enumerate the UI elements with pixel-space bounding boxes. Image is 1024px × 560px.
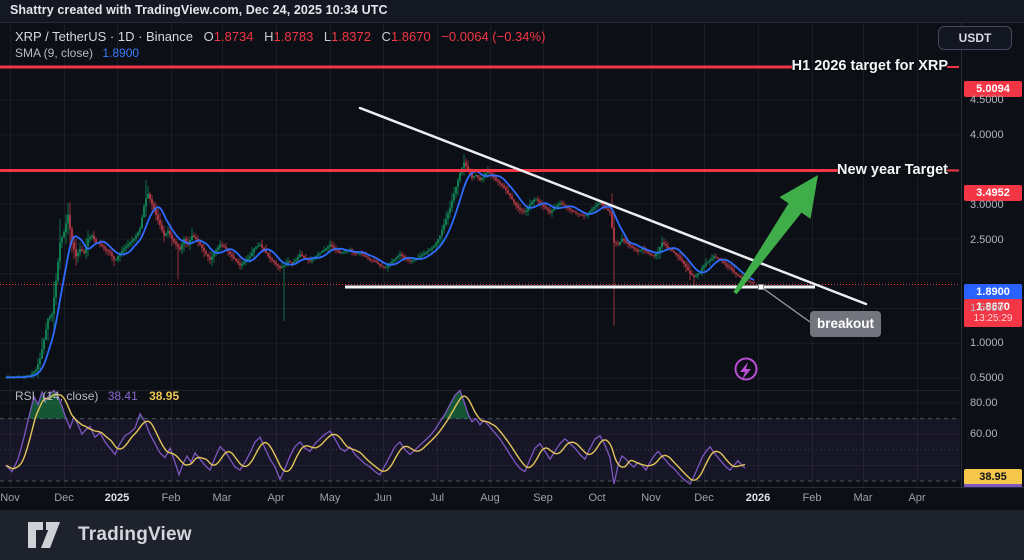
price-axis-tick: 4.5000 [970, 93, 1004, 107]
time-axis-tick: Jul [415, 492, 459, 504]
attribution-text: Shattry created with TradingView.com, De… [10, 3, 388, 17]
time-axis-tick: 2026 [736, 492, 780, 504]
price-axis-tick: 2.5000 [970, 233, 1004, 247]
high-prefix: H [264, 29, 273, 44]
sma-value: 1.8900 [102, 46, 139, 60]
rsi-ma-value: 38.95 [149, 389, 179, 403]
breakout-callout[interactable]: breakout [810, 311, 881, 337]
time-axis-tick: Apr [895, 492, 939, 504]
time-axis-tick: Apr [254, 492, 298, 504]
price-axis-tick: 4.0000 [970, 128, 1004, 142]
close-prefix: C [382, 29, 391, 44]
price-axis-tick: 1.0000 [970, 336, 1004, 350]
rsi-ma-axis-label: 38.95 [964, 469, 1022, 485]
time-axis-tick: Sep [521, 492, 565, 504]
symbol-title: XRP / TetherUS · 1D · Binance [15, 29, 193, 44]
change-value: −0.0064 (−0.34%) [441, 29, 545, 44]
rsi-legend: RSI (14, close) 38.41 38.95 [15, 389, 179, 403]
price-axis-tick: 3.0000 [970, 198, 1004, 212]
tradingview-chart-window: Shattry created with TradingView.com, De… [0, 0, 1024, 560]
tradingview-logo[interactable]: TradingView [28, 522, 192, 548]
time-axis-tick: Oct [575, 492, 619, 504]
attribution-bar: Shattry created with TradingView.com, De… [0, 0, 1024, 23]
time-axis-tick: Mar [200, 492, 244, 504]
open-value: 1.8734 [214, 29, 254, 44]
chart-canvas[interactable] [0, 0, 1024, 560]
time-axis[interactable]: Nov Dec 2025 Feb Mar Apr May Jun Jul Aug Sep Oct Nov… [0, 487, 1024, 511]
time-axis-tick: Nov [629, 492, 673, 504]
time-axis-tick: Nov [0, 492, 32, 504]
time-axis-tick: Dec [682, 492, 726, 504]
price-axis[interactable]: 5.0094 3.4952 1.8900 1.8670 13:25:29 38.… [961, 22, 1024, 487]
sma-price-label: 1.8900 [964, 284, 1022, 300]
time-axis-tick: Aug [468, 492, 512, 504]
time-axis-tick: Feb [790, 492, 834, 504]
time-axis-tick: Mar [841, 492, 885, 504]
price-axis-tick: 0.5000 [970, 371, 1004, 385]
rsi-value: 38.41 [108, 389, 138, 403]
price-axis-tick: 80.00 [970, 396, 998, 410]
time-axis-tick: 2025 [95, 492, 139, 504]
rsi-params: (14, close) [42, 389, 98, 403]
footer-bar: TradingView [0, 510, 1024, 560]
symbol-legend: XRP / TetherUS · 1D · Binance O1.8734 H1… [15, 29, 545, 44]
price-axis-tick: 1.5000 [970, 301, 1004, 315]
time-axis-tick: Dec [42, 492, 86, 504]
time-axis-tick: May [308, 492, 352, 504]
close-value: 1.8670 [391, 29, 431, 44]
tradingview-logo-icon [28, 522, 68, 548]
currency-toggle-button[interactable]: USDT [938, 26, 1012, 50]
time-axis-tick: Jun [361, 492, 405, 504]
rsi-title: RSI [15, 389, 35, 403]
sma-legend: SMA (9, close) 1.8900 [15, 46, 139, 60]
low-value: 1.8372 [331, 29, 371, 44]
tradingview-logo-text: TradingView [78, 524, 192, 546]
open-prefix: O [204, 29, 214, 44]
price-axis-tick: 60.00 [970, 427, 998, 441]
time-axis-tick: Feb [149, 492, 193, 504]
sma-title: SMA (9, close) [15, 46, 93, 60]
high-value: 1.8783 [274, 29, 314, 44]
target1-annotation-text[interactable]: H1 2026 target for XRP [792, 58, 948, 74]
target2-annotation-text[interactable]: New year Target [837, 162, 948, 178]
